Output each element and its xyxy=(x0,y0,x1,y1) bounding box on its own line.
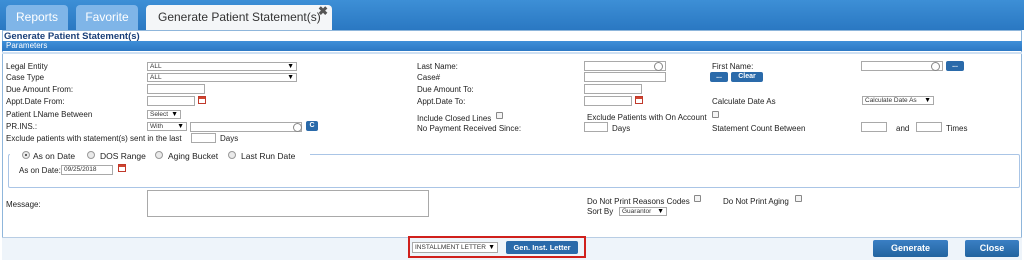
appt-date-from-input[interactable] xyxy=(147,96,195,106)
clear-button[interactable]: Clear xyxy=(731,72,763,82)
first-name-lookup-button[interactable]: ... xyxy=(946,61,964,71)
no-payment-days-input[interactable] xyxy=(584,122,608,132)
tab-generate-patient-statements[interactable]: Generate Patient Statement(s) xyxy=(146,5,332,30)
divider xyxy=(2,52,1022,54)
case-type-select[interactable]: ALL ▼ xyxy=(147,73,297,82)
legal-entity-label: Legal Entity xyxy=(6,62,48,71)
chevron-down-icon: ▼ xyxy=(657,208,664,215)
exclude-on-account-label: Exclude Patients with On Account xyxy=(587,113,707,122)
last-run-date-radio[interactable] xyxy=(228,151,236,159)
statement-count-label: Statement Count Between xyxy=(712,124,806,133)
chevron-down-icon: ▼ xyxy=(287,74,294,81)
do-not-print-aging-label: Do Not Print Aging xyxy=(723,197,789,206)
exclude-sent-days-label: Days xyxy=(220,134,239,143)
sort-by-select[interactable]: Guarantor ▼ xyxy=(619,207,667,216)
search-icon[interactable] xyxy=(654,62,663,71)
no-payment-since-label: No Payment Received Since: xyxy=(417,124,522,133)
due-amount-to-label: Due Amount To: xyxy=(417,85,474,94)
legal-entity-select[interactable]: ALL ▼ xyxy=(147,62,297,71)
do-not-print-reasons-checkbox[interactable] xyxy=(694,195,701,202)
as-on-date-input[interactable]: 09/25/2018 xyxy=(61,165,113,175)
statement-count-and-label: and xyxy=(896,124,910,133)
no-payment-days-label: Days xyxy=(612,124,631,133)
include-closed-lines-checkbox[interactable] xyxy=(496,112,503,119)
pr-ins-select[interactable]: With ▼ xyxy=(147,122,187,131)
as-on-date-radio[interactable] xyxy=(22,151,30,159)
chevron-down-icon: ▼ xyxy=(924,97,931,104)
do-not-print-reasons-label: Do Not Print Reasons Codes xyxy=(587,197,690,206)
pr-ins-clear-button[interactable]: C xyxy=(306,121,318,131)
calendar-icon[interactable] xyxy=(198,96,206,104)
due-amount-from-label: Due Amount From: xyxy=(6,85,74,94)
legal-entity-value: ALL xyxy=(150,63,162,70)
case-type-value: ALL xyxy=(150,74,162,81)
include-closed-lines-label: Include Closed Lines xyxy=(417,114,492,123)
case-type-label: Case Type xyxy=(6,73,45,82)
due-amount-from-input[interactable] xyxy=(147,84,205,94)
dos-range-option: DOS Range xyxy=(100,151,146,161)
generate-button[interactable]: Generate xyxy=(873,240,948,257)
close-button[interactable]: Close xyxy=(965,240,1019,257)
pr-ins-value: With xyxy=(150,123,163,130)
due-amount-to-input[interactable] xyxy=(584,84,642,94)
as-on-date-option: As on Date xyxy=(33,151,76,161)
case-no-label: Case# xyxy=(417,73,441,82)
statement-count-to-input[interactable] xyxy=(916,122,942,132)
pr-ins-input[interactable] xyxy=(190,122,302,132)
exclude-sent-days-input[interactable] xyxy=(191,133,216,143)
tab-reports[interactable]: Reports xyxy=(6,5,68,30)
tab-label: Generate Patient Statement(s) xyxy=(158,10,321,24)
statement-count-times-label: Times xyxy=(946,124,968,133)
parameters-header: Parameters xyxy=(2,41,1022,51)
do-not-print-aging-checkbox[interactable] xyxy=(795,195,802,202)
tab-favorite[interactable]: Favorite xyxy=(76,5,138,30)
calculate-date-as-label: Calculate Date As xyxy=(712,97,776,106)
exclude-on-account-checkbox[interactable] xyxy=(712,111,719,118)
pr-ins-label: PR.INS.: xyxy=(6,122,38,131)
calendar-icon[interactable] xyxy=(635,96,643,104)
patient-lname-select[interactable]: Select ▼ xyxy=(147,110,181,119)
chevron-down-icon: ▼ xyxy=(177,123,184,130)
dos-range-radio[interactable] xyxy=(87,151,95,159)
chevron-down-icon: ▼ xyxy=(171,111,178,118)
appt-date-to-input[interactable] xyxy=(584,96,632,106)
chevron-down-icon: ▼ xyxy=(287,63,294,70)
last-run-date-option: Last Run Date xyxy=(241,151,296,161)
aging-bucket-radio[interactable] xyxy=(155,151,163,159)
sort-by-label: Sort By xyxy=(587,207,614,216)
message-textarea[interactable] xyxy=(147,190,429,217)
search-icon[interactable] xyxy=(293,123,302,132)
calculate-date-as-select[interactable]: Calculate Date As ▼ xyxy=(862,96,934,105)
appt-date-to-label: Appt.Date To: xyxy=(417,97,466,106)
lookup-button[interactable]: ... xyxy=(710,72,728,82)
case-no-input[interactable] xyxy=(584,72,666,82)
highlight-box xyxy=(408,236,586,258)
statement-count-from-input[interactable] xyxy=(861,122,887,132)
tab-close-icon[interactable]: ✖ xyxy=(318,4,328,18)
appt-date-from-label: Appt.Date From: xyxy=(6,97,65,106)
message-label: Message: xyxy=(6,200,41,209)
exclude-sent-label: Exclude patients with statement(s) sent … xyxy=(6,134,182,143)
patient-lname-value: Select xyxy=(150,111,169,118)
calculate-date-as-value: Calculate Date As xyxy=(865,97,917,104)
as-on-date-label: As on Date: xyxy=(19,166,61,175)
patient-lname-between-label: Patient LName Between xyxy=(6,110,93,119)
calendar-icon[interactable] xyxy=(118,164,126,172)
sort-by-value: Guarantor xyxy=(622,208,652,215)
last-name-label: Last Name: xyxy=(417,62,458,71)
first-name-label: First Name: xyxy=(712,62,754,71)
aging-bucket-option: Aging Bucket xyxy=(168,151,219,161)
search-icon[interactable] xyxy=(931,62,940,71)
